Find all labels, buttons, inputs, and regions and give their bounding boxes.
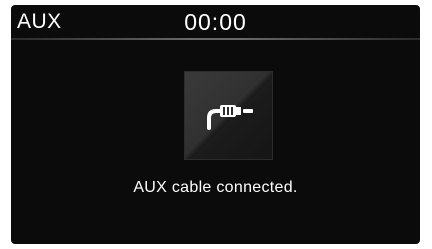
aux-cable-tile (184, 71, 273, 160)
header-divider (11, 38, 420, 40)
aux-cable-icon (207, 105, 253, 130)
connection-message: AUX cable connected. (133, 179, 298, 196)
aux-screen: AUX 00:00 AUX cable connected. (11, 5, 420, 244)
status-bar: AUX 00:00 (11, 5, 420, 39)
clock: 00:00 (184, 9, 247, 35)
